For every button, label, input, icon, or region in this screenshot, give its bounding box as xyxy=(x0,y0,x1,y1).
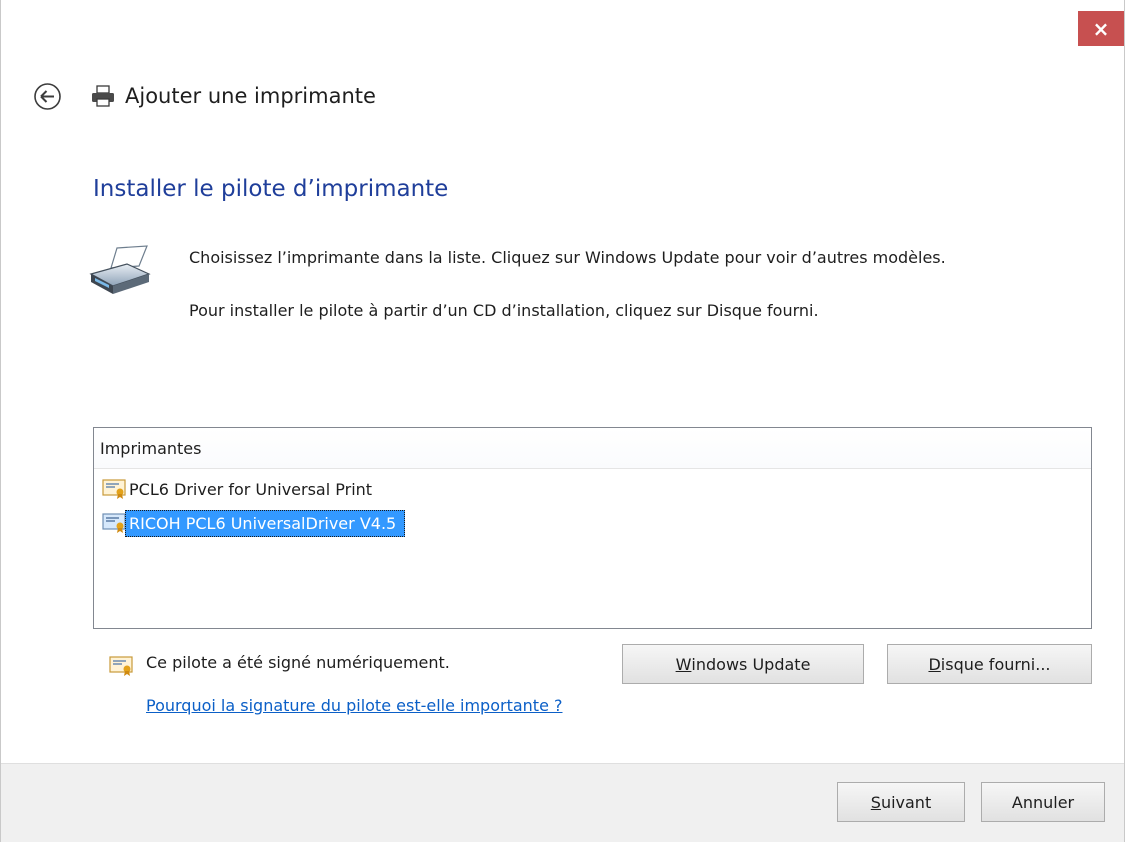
instruction-text: Pour installer le pilote à partir d’un C… xyxy=(189,301,819,320)
windows-update-button[interactable]: Windows Update xyxy=(622,644,864,684)
button-mnemonic: D xyxy=(928,654,941,674)
list-item-label: RICOH PCL6 UniversalDriver V4.5 xyxy=(125,509,406,537)
button-mnemonic: S xyxy=(870,792,881,812)
printer-driver-list[interactable]: Imprimantes PCL6 Driver for Universal Pr… xyxy=(93,427,1092,629)
close-icon: × xyxy=(1092,16,1110,41)
signature-status: Ce pilote a été signé numériquement. xyxy=(146,653,450,672)
list-item-label: PCL6 Driver for Universal Print xyxy=(129,479,373,499)
button-label: uivant xyxy=(880,792,932,812)
back-arrow-icon[interactable] xyxy=(33,82,62,111)
certificate-icon xyxy=(102,479,126,499)
close-button[interactable]: × xyxy=(1078,11,1124,46)
have-disk-button[interactable]: Disque fourni... xyxy=(887,644,1092,684)
certificate-icon xyxy=(109,656,133,676)
add-printer-window: × Ajouter une imprimante Installer le pi… xyxy=(0,0,1125,842)
signature-info-link[interactable]: Pourquoi la signature du pilote est-elle… xyxy=(146,696,563,715)
button-mnemonic: W xyxy=(675,654,692,674)
button-label: indows Update xyxy=(691,654,811,674)
button-label: Annuler xyxy=(1011,792,1075,812)
printer-icon xyxy=(89,245,151,294)
button-label: isque fourni... xyxy=(940,654,1051,674)
list-column-header[interactable]: Imprimantes xyxy=(94,428,1091,469)
page-title: Installer le pilote d’imprimante xyxy=(93,176,449,202)
list-item[interactable]: PCL6 Driver for Universal Print xyxy=(102,476,372,502)
window-title: Ajouter une imprimante xyxy=(125,84,376,108)
cancel-button[interactable]: Annuler xyxy=(981,782,1105,822)
list-item-selected[interactable]: RICOH PCL6 UniversalDriver V4.5 xyxy=(102,509,406,537)
next-button[interactable]: Suivant xyxy=(837,782,965,822)
printer-icon xyxy=(92,85,114,107)
instruction-text: Choisissez l’imprimante dans la liste. C… xyxy=(189,248,946,267)
